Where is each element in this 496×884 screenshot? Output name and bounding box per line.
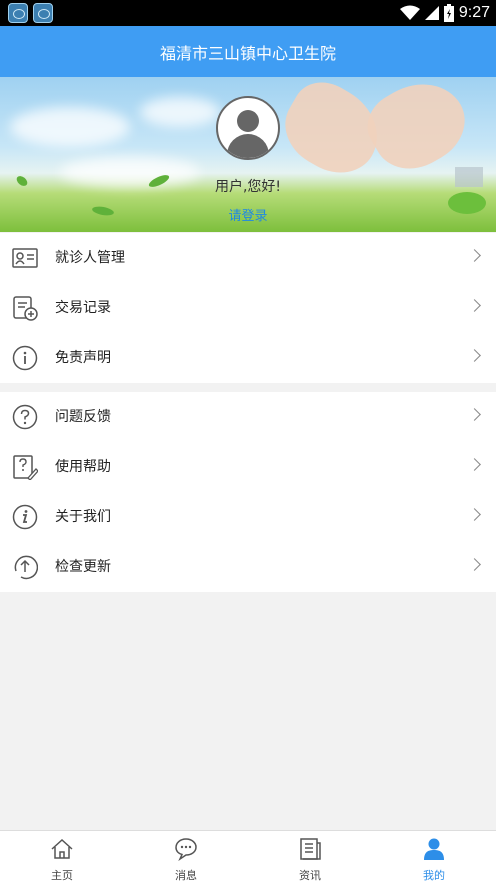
menu-item-help[interactable]: 使用帮助 [0, 442, 496, 492]
menu-group-primary: 就诊人管理 交易记录 免责声明 [0, 233, 496, 383]
info-italic-icon [12, 504, 38, 530]
update-arrow-icon [14, 555, 38, 580]
menu-item-feedback[interactable]: 问题反馈 [0, 392, 496, 442]
signal-icon [424, 6, 439, 20]
person-icon [424, 838, 444, 860]
question-icon [12, 404, 38, 430]
app-notification-icon [8, 3, 28, 23]
menu-item-transaction-records[interactable]: 交易记录 [0, 283, 496, 333]
chevron-right-icon [468, 458, 481, 471]
page-title: 福清市三山镇中心卫生院 [159, 43, 336, 63]
login-link[interactable]: 请登录 [0, 205, 496, 224]
tab-profile[interactable]: 我的 [372, 831, 496, 884]
chevron-right-icon [468, 299, 481, 312]
status-time: 9:27 [458, 4, 490, 21]
record-add-icon [13, 296, 38, 321]
chevron-right-icon [468, 558, 481, 571]
tab-label: 消息 [175, 869, 197, 882]
menu-item-patient-management[interactable]: 就诊人管理 [0, 233, 496, 283]
avatar[interactable] [216, 96, 280, 160]
chevron-right-icon [468, 408, 481, 421]
menu-item-label: 问题反馈 [55, 409, 111, 425]
menu-item-label: 免责声明 [55, 350, 111, 366]
chevron-right-icon [468, 249, 481, 262]
menu-item-check-update[interactable]: 检查更新 [0, 542, 496, 592]
bottom-tab-bar: 主页 消息 资讯 我的 [0, 830, 496, 884]
menu-item-label: 检查更新 [55, 559, 111, 575]
chat-bubble-icon [175, 838, 197, 861]
tab-label: 我的 [423, 869, 445, 882]
tab-label: 资讯 [299, 869, 321, 882]
news-icon [300, 838, 321, 860]
app-header: 福清市三山镇中心卫生院 [0, 26, 496, 77]
app-notification-icon [33, 3, 53, 23]
tab-news[interactable]: 资讯 [248, 831, 372, 884]
greeting-text: 用户,您好! [214, 179, 282, 195]
home-icon [51, 838, 73, 859]
tab-label: 主页 [51, 869, 73, 882]
id-card-icon [12, 248, 38, 268]
battery-icon [443, 4, 454, 22]
status-bar: 9:27 [0, 0, 496, 26]
menu-item-label: 就诊人管理 [55, 250, 125, 266]
menu-item-disclaimer[interactable]: 免责声明 [0, 333, 496, 383]
tab-home[interactable]: 主页 [0, 831, 124, 884]
chevron-right-icon [468, 349, 481, 362]
chevron-right-icon [468, 508, 481, 521]
menu-item-about[interactable]: 关于我们 [0, 492, 496, 542]
wifi-icon [399, 5, 420, 20]
menu-group-secondary: 问题反馈 使用帮助 关于我们 检查更新 [0, 392, 496, 592]
menu-item-label: 使用帮助 [55, 459, 111, 475]
menu-item-label: 交易记录 [55, 300, 111, 316]
menu-item-label: 关于我们 [55, 509, 111, 525]
tab-messages[interactable]: 消息 [124, 831, 248, 884]
help-edit-icon [13, 455, 38, 480]
info-icon [12, 345, 38, 371]
